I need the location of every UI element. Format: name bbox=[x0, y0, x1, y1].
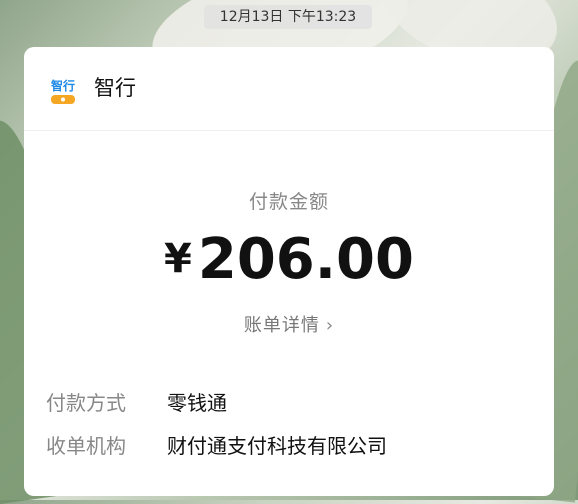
bill-details-link[interactable]: 账单详情 › bbox=[24, 311, 554, 337]
amount-label: 付款金额 bbox=[248, 191, 329, 213]
message-timestamp: 12月13日 下午13:23 bbox=[204, 5, 372, 29]
card-header: 智行 智行 bbox=[24, 47, 554, 131]
zhixing-logo-icon[interactable]: 智行 bbox=[48, 75, 78, 107]
payment-notification-card[interactable]: 智行 智行 付款金额 ¥206.00 账单详情 › 付款方式 零钱通 收单机构 财… bbox=[24, 47, 554, 496]
chevron-right-icon: › bbox=[325, 315, 335, 336]
acquirer-value: 财付通支付科技有限公司 bbox=[167, 434, 387, 458]
payment-amount: ¥206.00 bbox=[24, 224, 554, 295]
payment-method-value: 零钱通 bbox=[167, 391, 227, 415]
payment-method-label: 付款方式 bbox=[46, 391, 126, 415]
currency-symbol: ¥ bbox=[164, 236, 192, 282]
bill-details-label: 账单详情 bbox=[243, 315, 320, 336]
acquirer-label: 收单机构 bbox=[46, 434, 126, 458]
amount-value: 206.00 bbox=[197, 227, 414, 292]
svg-text:智行: 智行 bbox=[50, 78, 75, 93]
app-name[interactable]: 智行 bbox=[94, 73, 136, 103]
